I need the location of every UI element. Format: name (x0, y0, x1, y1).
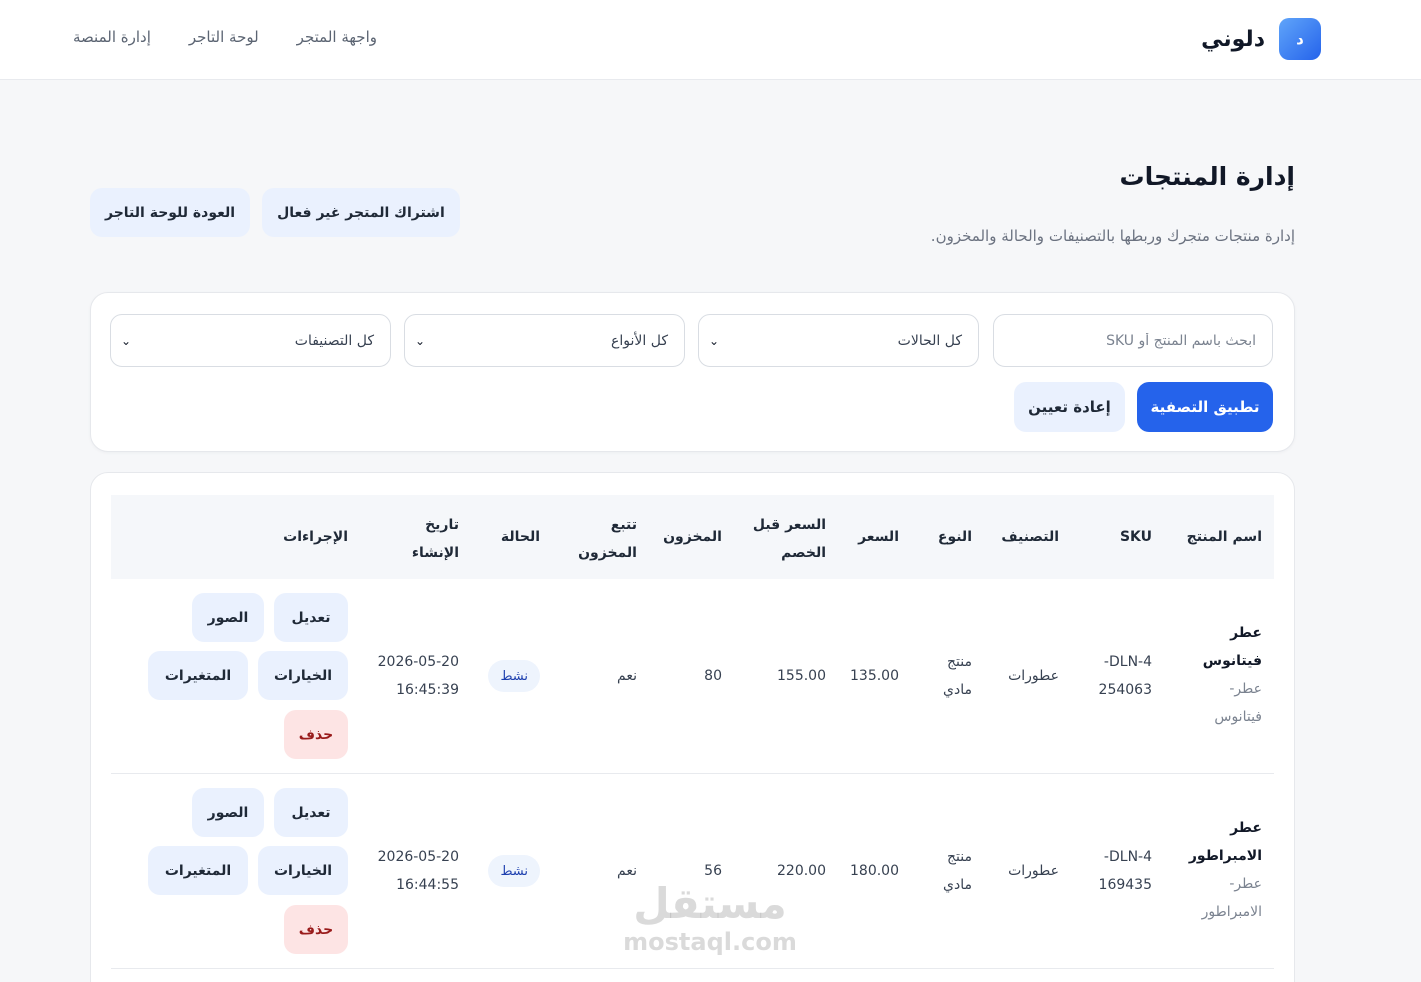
apply-filter-button[interactable]: تطبيق التصفية (1137, 382, 1273, 432)
col-sku: SKU (1119, 529, 1152, 545)
images-button[interactable]: الصور (192, 593, 264, 642)
type-cell: منتج مادي (943, 849, 972, 893)
compare-price-cell: 155.00 (777, 668, 826, 684)
subscription-inactive-button[interactable]: اشتراك المتجر غير فعال (262, 188, 460, 237)
col-actions: الإجراءات (283, 529, 348, 545)
page-subtitle: إدارة منتجات متجرك وربطها بالتصنيفات وال… (930, 227, 1295, 245)
col-status: الحالة (500, 529, 540, 545)
nav-merchant-dashboard[interactable]: لوحة التاجر (189, 28, 259, 46)
delete-button[interactable]: حذف (284, 710, 348, 759)
product-name-cell: عطر فيتانوس عطر- فيتانوس (1202, 625, 1262, 725)
status-select-value: كل الحالات (897, 332, 962, 349)
edit-button[interactable]: تعديل (274, 593, 348, 642)
watermark-logo: مستقل mostaql.com (623, 879, 797, 957)
back-to-dashboard-button[interactable]: العودة للوحة التاجر (90, 188, 251, 237)
images-button[interactable]: الصور (192, 788, 264, 837)
col-name: اسم المنتج (1186, 529, 1262, 545)
product-name-cell: عطر الامبراطور عطر- الامبراطور (1188, 820, 1262, 920)
options-button[interactable]: الخيارات (258, 651, 348, 700)
category-cell: عطورات (1008, 863, 1059, 879)
table-header: اسم المنتج SKU التصنيف النوع السعر السعر… (111, 495, 1274, 579)
category-select-value: كل التصنيفات (294, 332, 374, 349)
table-row: عطر فيتانوس عطر- فيتانوس DLN-4- 254063 ع… (111, 579, 1274, 774)
type-select-value: كل الأنواع (611, 332, 668, 349)
page-title: إدارة المنتجات (1119, 162, 1295, 191)
col-stock: المخزون (663, 529, 722, 545)
variants-button[interactable]: المتغيرات (148, 846, 248, 895)
price-cell: 135.00 (850, 668, 899, 684)
sku-cell: DLN-4- 169435 (1098, 849, 1152, 893)
search-input[interactable] (993, 314, 1273, 367)
chevron-down-icon: ⌄ (121, 333, 132, 348)
header-actions: العودة للوحة التاجر اشتراك المتجر غير فع… (90, 188, 460, 237)
col-category: التصنيف (1001, 529, 1059, 545)
created-cell: 2026-05-20 16:44:55 (377, 849, 459, 893)
variants-button[interactable]: المتغيرات (148, 651, 248, 700)
col-created: تاريخ الإنشاء (411, 517, 459, 561)
options-button[interactable]: الخيارات (258, 846, 348, 895)
filter-card: كل الحالات ⌄ كل الأنواع ⌄ كل التصنيفات ⌄… (90, 292, 1295, 452)
col-price: السعر (858, 529, 899, 545)
stock-cell: 80 (704, 668, 722, 684)
delete-button[interactable]: حذف (284, 905, 348, 954)
top-navbar: د دلوني إدارة المنصة لوحة التاجر واجهة ا… (0, 0, 1421, 80)
type-select[interactable]: كل الأنواع ⌄ (404, 314, 685, 367)
brand-logo: د (1279, 18, 1321, 60)
top-nav: إدارة المنصة لوحة التاجر واجهة المتجر (73, 28, 377, 46)
price-cell: 180.00 (850, 863, 899, 879)
track-stock-cell: نعم (617, 668, 637, 684)
brand-name: دلوني (1201, 26, 1265, 52)
status-select[interactable]: كل الحالات ⌄ (698, 314, 979, 367)
chevron-down-icon: ⌄ (415, 333, 426, 348)
col-type: النوع (937, 529, 972, 545)
type-cell: منتج مادي (943, 654, 972, 698)
created-cell: 2026-05-20 16:45:39 (377, 654, 459, 698)
nav-platform-admin[interactable]: إدارة المنصة (73, 28, 151, 46)
status-badge: نشط (488, 855, 540, 887)
col-compare-price: السعر قبل الخصم (752, 517, 826, 561)
nav-storefront[interactable]: واجهة المتجر (297, 28, 377, 46)
chevron-down-icon: ⌄ (709, 333, 720, 348)
edit-button[interactable]: تعديل (274, 788, 348, 837)
category-cell: عطورات (1008, 668, 1059, 684)
col-track-stock: تتبع المخزون (578, 517, 637, 561)
category-select[interactable]: كل التصنيفات ⌄ (110, 314, 391, 367)
brand[interactable]: د دلوني (1201, 17, 1321, 61)
sku-cell: DLN-4- 254063 (1098, 654, 1152, 698)
status-badge: نشط (488, 660, 540, 692)
reset-filter-button[interactable]: إعادة تعيين (1014, 382, 1125, 432)
